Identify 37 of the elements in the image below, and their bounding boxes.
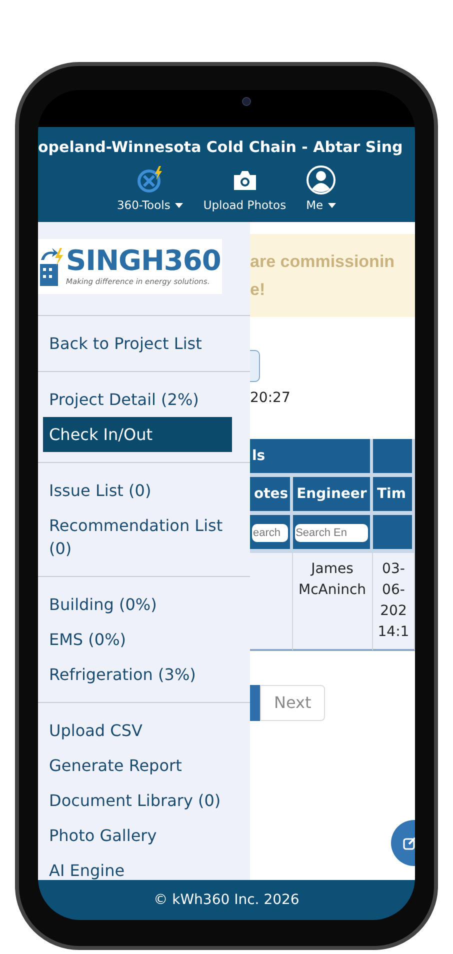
drawer-menu-item[interactable]: Building (0%) [38, 587, 250, 622]
next-button[interactable]: Next [260, 685, 326, 721]
drawer-menu-item[interactable]: Upload CSV [38, 713, 250, 748]
drawer-menu-item[interactable]: Refrigeration (3%) [38, 657, 250, 692]
column-header: Tim [372, 477, 415, 515]
drawer-menu-item[interactable]: Photo Gallery [38, 818, 250, 853]
edit-icon [403, 836, 415, 850]
drawer-menu-item[interactable]: Check In/Out [43, 417, 232, 452]
alert-text: e! [250, 279, 266, 301]
drawer-menu-item[interactable]: Recommendation List (0) [38, 508, 250, 566]
table-group-header: ls [250, 439, 373, 477]
table-header-cell [372, 439, 415, 477]
check-time: 20:27 [250, 389, 292, 408]
front-camera [242, 97, 251, 106]
drawer-menu-item[interactable]: Generate Report [38, 748, 250, 783]
drawer-menu-item[interactable]: AI Engine [38, 853, 250, 880]
column-header: otes [250, 477, 293, 515]
button-edge[interactable] [250, 350, 260, 382]
drawer-menu-item[interactable]: Back to Project List [38, 326, 250, 361]
project-title: opeland-Winnesota Cold Chain - Abtar Sing [38, 137, 404, 157]
table-cell: James McAninch [292, 553, 373, 651]
caret-icon [175, 203, 184, 208]
drawer-menu-item[interactable]: EMS (0%) [38, 622, 250, 657]
user-icon [306, 165, 336, 195]
caret-icon [328, 203, 336, 208]
drawer-menu-item[interactable]: Project Detail (2%) [38, 382, 250, 417]
drawer-menu-item[interactable]: Document Library (0) [38, 783, 250, 818]
table-cell: 03- 06- 202 14:1 [372, 553, 415, 651]
search-field[interactable]: earch [252, 524, 288, 542]
nav-menu-button[interactable]: Upload Photos [203, 165, 286, 214]
nav-menu-button[interactable]: 360-Tools [116, 165, 184, 214]
search-field[interactable]: Search En [294, 524, 368, 542]
alert-text: are commissionin [250, 251, 395, 273]
footer-text: © kWh360 Inc. 2026 [38, 880, 415, 920]
nav-menu-button[interactable]: Me [306, 165, 336, 214]
drawer-menu-item[interactable]: Issue List (0) [38, 473, 250, 508]
column-header: Engineer [292, 477, 373, 515]
